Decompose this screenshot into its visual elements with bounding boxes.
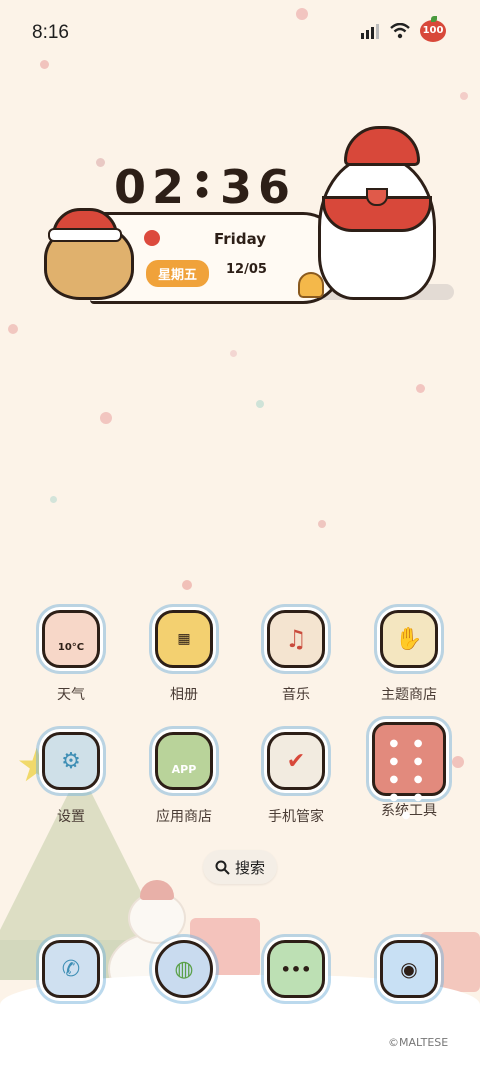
photo-album-icon: ▦	[155, 610, 213, 668]
app-label: 设置	[57, 809, 85, 825]
credit-text: ©MALTESE	[388, 1036, 449, 1049]
folder-system-tools[interactable]: ● ● ● ● ● ● ● ● ● 系统工具	[359, 722, 459, 821]
search-icon	[215, 860, 230, 875]
wifi-icon	[390, 23, 410, 39]
browser-globe-icon: ◍	[155, 940, 213, 998]
folder-icon: ● ● ● ● ● ● ● ● ●	[372, 722, 446, 821]
app-weather[interactable]: 10°C 天气	[21, 610, 121, 704]
puppy-illustration	[34, 208, 138, 300]
app-label: 手机管家	[268, 809, 324, 825]
app-label: 应用商店	[156, 809, 212, 825]
security-gift-icon: ✔	[267, 732, 325, 790]
paw-icon: ●	[196, 168, 209, 184]
status-bar: 8:16 100	[0, 0, 480, 64]
weather-icon: 10°C	[42, 610, 100, 668]
signal-icon	[361, 24, 379, 39]
search-label: 搜索	[234, 858, 265, 877]
app-theme-store[interactable]: ✋ 主题商店	[359, 610, 459, 704]
search-button[interactable]: 搜索	[203, 850, 277, 884]
app-label: 相册	[170, 687, 198, 703]
app-store-icon: APP	[155, 732, 213, 790]
apple-icon	[144, 230, 160, 246]
battery-apple-icon: 100	[420, 16, 446, 42]
music-note-icon: ♫	[267, 610, 325, 668]
dock-browser[interactable]: ◍	[134, 940, 234, 998]
bear-illustration	[304, 126, 444, 300]
settings-icon: ⚙	[42, 732, 100, 790]
app-app-store[interactable]: APP 应用商店	[134, 732, 234, 826]
app-label: 天气	[57, 687, 85, 703]
app-label: 音乐	[282, 687, 310, 703]
clock-widget[interactable]: 02 36 ● ● Friday 星期五 12/05	[30, 120, 454, 320]
paw-icon: ●	[196, 184, 209, 200]
app-label: 主题商店	[381, 687, 437, 703]
messages-icon: •••	[267, 940, 325, 998]
phone-icon: ✆	[42, 940, 100, 998]
dock-messages[interactable]: •••	[246, 940, 346, 998]
camera-icon: ◉	[380, 940, 438, 998]
status-time: 8:16	[32, 22, 69, 43]
date-text: 12/05	[226, 262, 267, 277]
app-phone-manager[interactable]: ✔ 手机管家	[246, 732, 346, 826]
dock-phone[interactable]: ✆	[21, 940, 121, 998]
mitten-icon: ✋	[380, 610, 438, 668]
weekday-english: Friday	[214, 230, 267, 248]
app-music[interactable]: ♫ 音乐	[246, 610, 346, 704]
app-gallery[interactable]: ▦ 相册	[134, 610, 234, 704]
app-settings[interactable]: ⚙ 设置	[21, 732, 121, 826]
clock-hour: 02	[114, 160, 191, 214]
weekday-chinese: 星期五	[146, 260, 210, 287]
dock-camera[interactable]: ◉	[359, 940, 459, 998]
clock-minute: 36	[220, 160, 297, 214]
